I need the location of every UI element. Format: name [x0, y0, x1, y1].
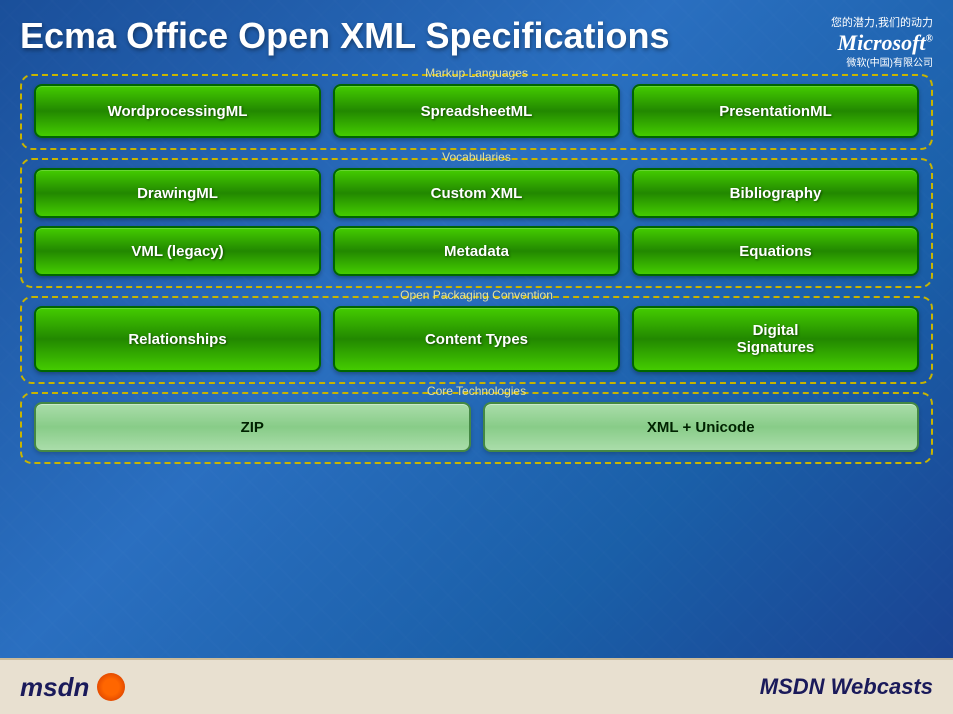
- diagram: Markup Languages WordprocessingML Spread…: [0, 74, 953, 658]
- vocab-row-1: DrawingML Custom XML Bibliography: [34, 168, 919, 218]
- custom-xml-button[interactable]: Custom XML: [333, 168, 620, 218]
- header: Ecma Office Open XML Specifications 您的潜力…: [0, 0, 953, 74]
- markup-section: Markup Languages WordprocessingML Spread…: [20, 74, 933, 150]
- packaging-row: Relationships Content Types Digital Sign…: [34, 306, 919, 372]
- relationships-button[interactable]: Relationships: [34, 306, 321, 372]
- wordprocessingml-button[interactable]: WordprocessingML: [34, 84, 321, 138]
- vocab-section: Vocabularies DrawingML Custom XML Biblio…: [20, 158, 933, 288]
- bibliography-button[interactable]: Bibliography: [632, 168, 919, 218]
- content-types-button[interactable]: Content Types: [333, 306, 620, 372]
- presentationml-button[interactable]: PresentationML: [632, 84, 919, 138]
- drawingml-button[interactable]: DrawingML: [34, 168, 321, 218]
- logo-area: 您的潜力,我们的动力 Microsoft® 微软(中国)有限公司: [733, 10, 933, 69]
- msdn-logo: msdn: [20, 672, 125, 703]
- xml-unicode-button[interactable]: XML + Unicode: [483, 402, 920, 452]
- main-content: Ecma Office Open XML Specifications 您的潜力…: [0, 0, 953, 714]
- core-label: Core Technologies: [421, 384, 532, 398]
- core-row: ZIP XML + Unicode: [34, 402, 919, 452]
- equations-button[interactable]: Equations: [632, 226, 919, 276]
- vocab-grid: DrawingML Custom XML Bibliography VML (l…: [34, 168, 919, 276]
- packaging-section: Open Packaging Convention Relationships …: [20, 296, 933, 384]
- zip-button[interactable]: ZIP: [34, 402, 471, 452]
- packaging-label: Open Packaging Convention: [394, 288, 559, 302]
- microsoft-logo: Microsoft®: [838, 32, 933, 54]
- digital-signatures-button[interactable]: Digital Signatures: [632, 306, 919, 372]
- ms-subtitle: 微软(中国)有限公司: [846, 54, 933, 69]
- tagline: 您的潜力,我们的动力: [831, 14, 933, 30]
- msdn-text: msdn: [20, 672, 89, 703]
- markup-label: Markup Languages: [419, 66, 534, 80]
- metadata-button[interactable]: Metadata: [333, 226, 620, 276]
- vocab-row-2: VML (legacy) Metadata Equations: [34, 226, 919, 276]
- vocab-label: Vocabularies: [436, 150, 517, 164]
- core-section: Core Technologies ZIP XML + Unicode: [20, 392, 933, 464]
- footer: msdn MSDN Webcasts: [0, 658, 953, 714]
- spreadsheetml-button[interactable]: SpreadsheetML: [333, 84, 620, 138]
- page-title: Ecma Office Open XML Specifications: [20, 10, 733, 56]
- msdn-dot: [97, 673, 125, 701]
- vml-button[interactable]: VML (legacy): [34, 226, 321, 276]
- markup-row: WordprocessingML SpreadsheetML Presentat…: [34, 84, 919, 138]
- webcasts-label: MSDN Webcasts: [760, 674, 933, 700]
